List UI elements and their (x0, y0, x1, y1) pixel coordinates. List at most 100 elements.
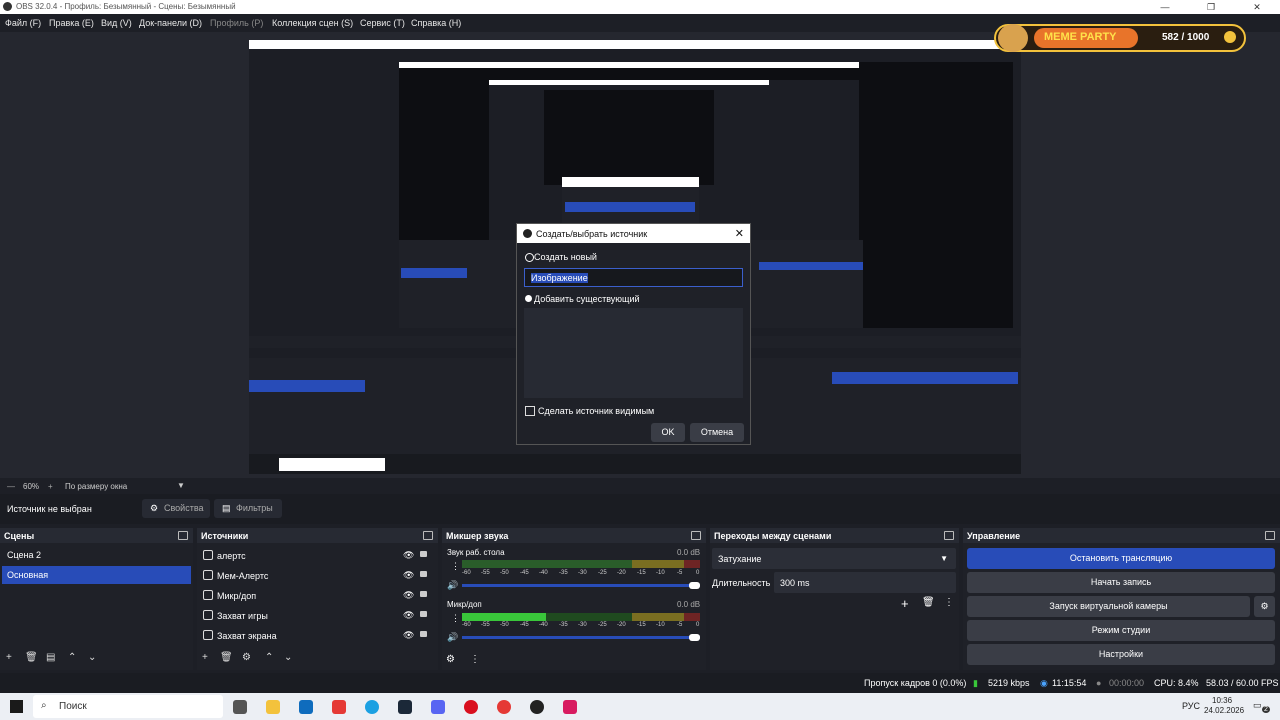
cancel-button[interactable]: Отмена (690, 423, 744, 442)
ok-button[interactable]: OK (651, 423, 685, 442)
menu-profile[interactable]: Профиль (P) (210, 18, 263, 28)
lock-icon[interactable] (420, 571, 427, 577)
dialog-close-icon[interactable]: ✕ (735, 227, 744, 240)
menu-view[interactable]: Вид (V) (101, 18, 132, 28)
source-properties-icon[interactable]: ⚙ (242, 652, 251, 663)
lock-icon[interactable] (420, 551, 427, 557)
yandex-browser-icon[interactable] (332, 700, 346, 714)
move-down-icon[interactable]: ⌄ (88, 652, 96, 663)
settings-button[interactable]: Настройки (967, 644, 1275, 665)
notification-icon[interactable]: ▭ (1253, 700, 1262, 711)
filters-button[interactable]: ▤ Фильтры (214, 499, 282, 518)
move-down-icon[interactable]: ⌄ (284, 652, 292, 663)
start-record-button[interactable]: Начать запись (967, 572, 1275, 593)
dock-menu-icon[interactable] (423, 531, 433, 540)
dock-menu-icon[interactable] (1265, 531, 1275, 540)
outlook-icon[interactable] (299, 700, 313, 714)
channel-menu-icon[interactable]: ⋮ (451, 561, 460, 572)
source-name-input[interactable]: Изображение (524, 268, 743, 287)
mirror-titlebar-3 (489, 80, 769, 85)
scene-item-label: Сцена 2 (7, 550, 42, 560)
remove-scene-icon[interactable]: 🗑 (25, 652, 38, 663)
clock-time[interactable]: 10:36 (1212, 696, 1232, 705)
visible-checkbox[interactable] (525, 406, 535, 416)
taskbar-search[interactable]: ⌕ Поиск (33, 695, 223, 718)
lock-icon[interactable] (420, 591, 427, 597)
maximize-button[interactable]: ❐ (1188, 0, 1234, 14)
chevron-down-icon[interactable]: ▼ (177, 481, 185, 490)
transition-menu-icon[interactable]: ⋮ (944, 597, 954, 608)
mirror-dialog-title-2 (562, 177, 699, 187)
duration-input[interactable]: 300 ms (774, 572, 956, 593)
menu-tools[interactable]: Сервис (T) (360, 18, 405, 28)
radio-create-new[interactable] (525, 253, 534, 262)
menu-file[interactable]: Файл (F) (5, 18, 41, 28)
eye-icon[interactable]: 👁 (403, 550, 414, 561)
close-button[interactable]: ✕ (1234, 0, 1280, 14)
eye-icon[interactable]: 👁 (403, 610, 414, 621)
eye-icon[interactable]: 👁 (403, 630, 414, 641)
lock-icon[interactable] (420, 611, 427, 617)
filter-icon: ▤ (222, 503, 231, 513)
move-up-icon[interactable]: ⌃ (68, 652, 76, 663)
volume-slider[interactable] (462, 582, 700, 589)
dock-menu-icon[interactable] (178, 531, 188, 540)
steam-icon[interactable] (398, 700, 412, 714)
source-item[interactable]: Захват экрана 👁 (200, 627, 438, 645)
zoom-fit-select[interactable]: По размеру окна (65, 482, 127, 491)
add-transition-icon[interactable]: + (901, 596, 909, 611)
clock-date[interactable]: 24.02.2026 (1204, 706, 1244, 715)
source-item[interactable]: Захват игры 👁 (200, 607, 438, 625)
lock-icon[interactable] (420, 631, 427, 637)
speaker-icon[interactable]: 🔊 (447, 580, 458, 591)
source-item[interactable]: Микр/доп 👁 (200, 587, 438, 605)
zoom-minus-icon[interactable]: — (7, 482, 15, 491)
edge-icon[interactable] (365, 700, 379, 714)
virtual-camera-button[interactable]: Запуск виртуальной камеры (967, 596, 1250, 617)
scene-item[interactable]: Сцена 2 (2, 546, 191, 564)
windows-start-icon[interactable] (10, 700, 23, 713)
transition-select[interactable]: Затухание ▼ (712, 548, 956, 569)
stop-stream-button[interactable]: Остановить трансляцию (967, 548, 1275, 569)
discord-icon[interactable] (431, 700, 445, 714)
remove-transition-icon[interactable]: 🗑 (922, 597, 935, 608)
eye-icon[interactable]: 👁 (403, 570, 414, 581)
mixer-menu-icon[interactable]: ⋮ (470, 654, 480, 665)
menu-scene-collection[interactable]: Коллекция сцен (S) (272, 18, 353, 28)
app-icon[interactable] (563, 700, 577, 714)
source-item[interactable]: алертс 👁 (200, 547, 438, 565)
zoom-plus-icon[interactable]: + (48, 482, 53, 491)
source-toolbar: Источник не выбран ⚙ Свойства ▤ Фильтры (0, 494, 1280, 524)
yandex-icon[interactable] (497, 700, 511, 714)
mixer-settings-icon[interactable]: ⚙ (446, 654, 455, 665)
scene-item-label: Основная (7, 570, 49, 580)
dock-menu-icon[interactable] (691, 531, 701, 540)
menu-edit[interactable]: Правка (E) (49, 18, 94, 28)
radio-add-existing[interactable] (525, 295, 532, 302)
duration-value: 300 ms (780, 578, 810, 588)
menu-docks[interactable]: Док-панели (D) (139, 18, 202, 28)
scene-filters-icon[interactable]: ▤ (46, 652, 55, 663)
existing-sources-list[interactable] (524, 308, 743, 398)
eye-icon[interactable]: 👁 (403, 590, 414, 601)
source-item[interactable]: Мем-Алертс 👁 (200, 567, 438, 585)
language-indicator[interactable]: РУС (1182, 701, 1200, 711)
opera-icon[interactable] (464, 700, 478, 714)
task-view-icon[interactable] (233, 700, 247, 714)
volume-slider[interactable] (462, 634, 700, 641)
channel-menu-icon[interactable]: ⋮ (451, 613, 460, 624)
properties-button[interactable]: ⚙ Свойства (142, 499, 210, 518)
menu-help[interactable]: Справка (H) (411, 18, 461, 28)
scene-item-selected[interactable]: Основная (2, 566, 191, 584)
gear-icon[interactable]: ⚙ (1254, 596, 1275, 617)
add-scene-icon[interactable]: + (6, 652, 12, 663)
obs-taskbar-icon[interactable] (530, 700, 544, 714)
studio-mode-button[interactable]: Режим студии (967, 620, 1275, 641)
minimize-button[interactable]: — (1142, 0, 1188, 14)
speaker-icon[interactable]: 🔊 (447, 632, 458, 643)
dock-menu-icon[interactable] (944, 531, 954, 540)
remove-source-icon[interactable]: 🗑 (220, 652, 233, 663)
move-up-icon[interactable]: ⌃ (265, 652, 273, 663)
add-source-icon[interactable]: + (202, 652, 208, 663)
file-explorer-icon[interactable] (266, 700, 280, 714)
